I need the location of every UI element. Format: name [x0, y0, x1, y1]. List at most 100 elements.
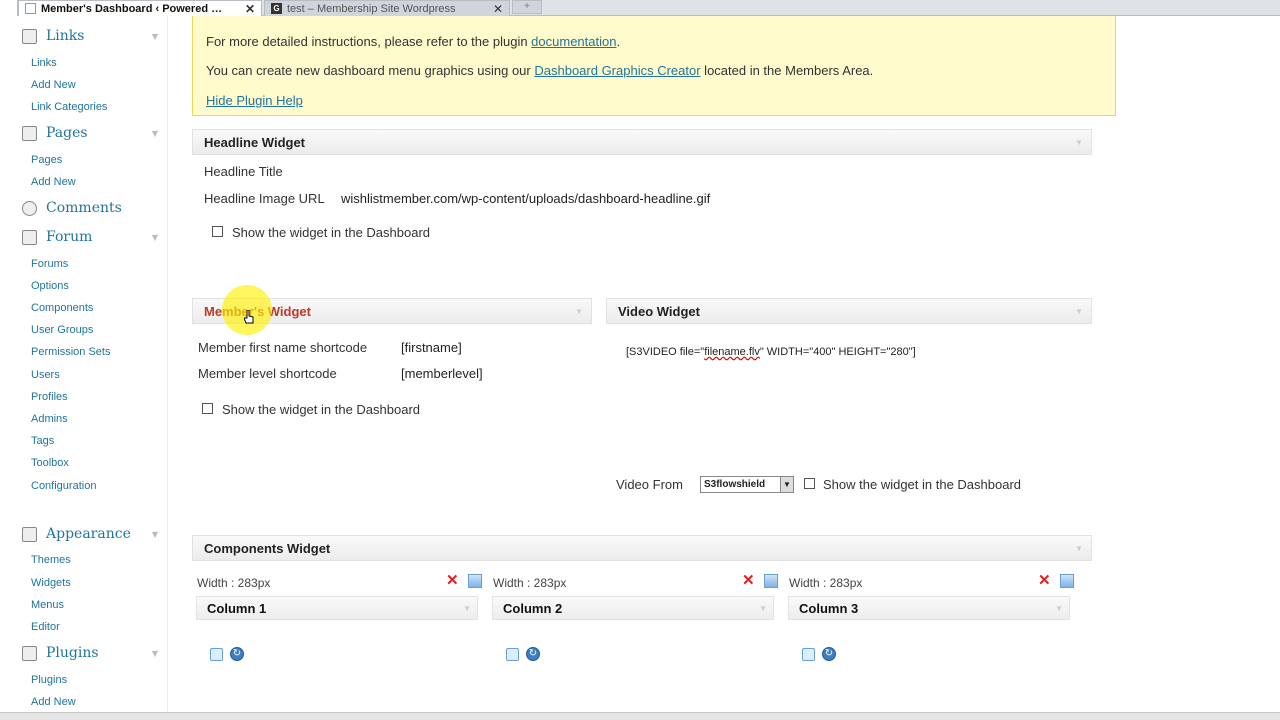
google-favicon-icon: G: [271, 3, 282, 14]
tab-membership-site[interactable]: G test – Membership Site Wordpress ✕: [264, 0, 510, 16]
video-show-checkbox[interactable]: [804, 478, 815, 489]
collapse-arrow-icon[interactable]: ▼: [152, 233, 158, 242]
add-component-icon[interactable]: [802, 648, 815, 661]
sidebar-item-user-groups[interactable]: User Groups: [31, 324, 93, 336]
video-from-select[interactable]: S3flowshield ▼: [700, 476, 794, 493]
widget-toggle-icon[interactable]: ▼: [1075, 544, 1083, 553]
member-first-name-value[interactable]: [firstname]: [401, 340, 462, 355]
edit-icon[interactable]: [1060, 574, 1074, 588]
sidebar-item-widgets[interactable]: Widgets: [31, 577, 71, 589]
collapse-arrow-icon[interactable]: ▼: [152, 530, 158, 539]
refresh-icon[interactable]: ↻: [526, 647, 540, 661]
sidebar-item-users[interactable]: Users: [31, 369, 60, 381]
tab-close-icon[interactable]: ✕: [493, 2, 503, 16]
hand-pointer-icon: [244, 310, 254, 324]
comments-icon: [22, 200, 37, 216]
tab-close-icon[interactable]: ✕: [245, 2, 255, 16]
edit-icon[interactable]: [764, 574, 778, 588]
sidebar-item-link-categories[interactable]: Link Categories: [31, 101, 107, 113]
sidebar-item-options[interactable]: Options: [31, 280, 69, 292]
components-widget-title: Components Widget: [204, 540, 331, 556]
browser-status-bar: [0, 712, 1280, 720]
sidebar-item-components[interactable]: Components: [31, 302, 93, 314]
video-from-label: Video From: [616, 477, 683, 492]
delete-icon[interactable]: ✕: [446, 573, 459, 588]
menu-plugins-label: Plugins: [46, 645, 99, 661]
plugin-help-notice: For more detailed instructions, please r…: [192, 16, 1116, 116]
column-3-width: Width : 283px: [789, 576, 863, 590]
column-2-title: Column 2: [503, 600, 563, 616]
sidebar-item-editor[interactable]: Editor: [31, 621, 60, 633]
widget-toggle-icon[interactable]: ▼: [1055, 604, 1063, 613]
menu-forum[interactable]: Forum ▼: [22, 226, 158, 248]
sidebar-item-forums[interactable]: Forums: [31, 258, 68, 270]
documentation-link[interactable]: documentation: [531, 34, 616, 49]
sidebar-item-themes[interactable]: Themes: [31, 554, 71, 566]
sidebar-item-admins[interactable]: Admins: [31, 413, 68, 425]
add-component-icon[interactable]: [506, 648, 519, 661]
video-widget-header[interactable]: Video Widget ▼: [606, 298, 1092, 324]
edit-icon[interactable]: [468, 574, 482, 588]
graphics-creator-link[interactable]: Dashboard Graphics Creator: [534, 63, 700, 78]
sidebar-item-pages[interactable]: Pages: [31, 154, 62, 166]
tab-title: Member's Dashboard ‹ Powered …: [41, 2, 223, 15]
sidebar-item-menus[interactable]: Menus: [31, 599, 64, 611]
sidebar-item-add-new-link[interactable]: Add New: [31, 79, 76, 91]
add-component-icon[interactable]: [210, 648, 223, 661]
sidebar-item-profiles[interactable]: Profiles: [31, 391, 68, 403]
menu-pages-label: Pages: [46, 125, 88, 141]
column-1-width: Width : 283px: [197, 576, 271, 590]
video-shortcode[interactable]: [S3VIDEO file="filename.flv" WIDTH="400"…: [626, 346, 916, 358]
sidebar-item-toolbox[interactable]: Toolbox: [31, 457, 69, 469]
sidebar-item-links[interactable]: Links: [31, 57, 57, 69]
pages-icon: [22, 125, 37, 141]
collapse-arrow-icon[interactable]: ▼: [152, 129, 158, 138]
menu-plugins[interactable]: Plugins ▼: [22, 642, 158, 664]
sidebar-item-add-new-page[interactable]: Add New: [31, 176, 76, 188]
menu-appearance[interactable]: Appearance ▼: [22, 523, 158, 545]
column-3-header[interactable]: Column 3 ▼: [788, 596, 1070, 620]
browser-tab-strip: Member's Dashboard ‹ Powered … ✕ G test …: [0, 0, 1280, 16]
links-icon: [22, 28, 37, 44]
collapse-arrow-icon[interactable]: ▼: [152, 32, 158, 41]
sidebar-item-configuration[interactable]: Configuration: [31, 480, 96, 492]
new-tab-button[interactable]: +: [512, 0, 542, 14]
tab-members-dashboard[interactable]: Member's Dashboard ‹ Powered … ✕: [18, 0, 262, 16]
column-1-title: Column 1: [207, 600, 267, 616]
column-2-header[interactable]: Column 2 ▼: [492, 596, 774, 620]
refresh-icon[interactable]: ↻: [822, 647, 836, 661]
widget-toggle-icon[interactable]: ▼: [1075, 138, 1083, 147]
appearance-icon: [22, 526, 37, 542]
page-favicon-icon: [25, 3, 36, 14]
member-level-value[interactable]: [memberlevel]: [401, 366, 483, 381]
headline-title-label: Headline Title: [204, 164, 283, 179]
sidebar-item-plugins[interactable]: Plugins: [31, 674, 67, 686]
column-3-title: Column 3: [799, 600, 859, 616]
widget-toggle-icon[interactable]: ▼: [463, 604, 471, 613]
menu-forum-label: Forum: [46, 229, 93, 245]
widget-toggle-icon[interactable]: ▼: [1075, 307, 1083, 316]
delete-icon[interactable]: ✕: [742, 573, 755, 588]
components-widget-header[interactable]: Components Widget ▼: [192, 535, 1092, 561]
menu-links[interactable]: Links ▼: [22, 25, 158, 47]
headline-show-checkbox[interactable]: [212, 226, 223, 237]
hide-plugin-help-link[interactable]: Hide Plugin Help: [206, 93, 303, 108]
widget-toggle-icon[interactable]: ▼: [575, 307, 583, 316]
plugins-icon: [22, 645, 37, 661]
delete-icon[interactable]: ✕: [1038, 573, 1051, 588]
sidebar-item-tags[interactable]: Tags: [31, 435, 54, 447]
menu-links-label: Links: [46, 28, 85, 44]
collapse-arrow-icon[interactable]: ▼: [152, 649, 158, 658]
widget-toggle-icon[interactable]: ▼: [759, 604, 767, 613]
sidebar-item-permission-sets[interactable]: Permission Sets: [31, 346, 110, 358]
sidebar-item-add-new-plugin[interactable]: Add New: [31, 696, 76, 708]
menu-pages[interactable]: Pages ▼: [22, 122, 158, 144]
members-show-label: Show the widget in the Dashboard: [222, 402, 421, 417]
headline-image-url-value[interactable]: wishlistmember.com/wp-content/uploads/da…: [341, 191, 710, 206]
member-first-name-label: Member first name shortcode: [198, 340, 368, 355]
members-show-checkbox[interactable]: [202, 403, 213, 414]
column-1-header[interactable]: Column 1 ▼: [196, 596, 478, 620]
headline-widget-header[interactable]: Headline Widget ▼: [192, 129, 1092, 155]
refresh-icon[interactable]: ↻: [230, 647, 244, 661]
menu-comments[interactable]: Comments: [22, 197, 158, 219]
